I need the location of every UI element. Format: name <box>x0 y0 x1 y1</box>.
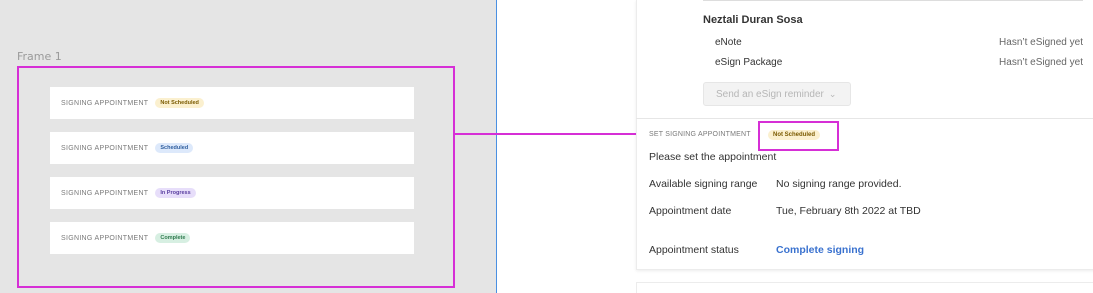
frame-label[interactable]: Frame 1 <box>17 50 62 63</box>
document-row-enote: eNote Hasn’t eSigned yet <box>715 37 1083 48</box>
chevron-down-icon: ⌄ <box>828 88 837 99</box>
appointment-status-label: Appointment status <box>649 244 739 256</box>
variant-label: SIGNING APPOINTMENT <box>61 189 149 197</box>
status-badge: Complete <box>155 233 191 243</box>
status-badge: Scheduled <box>155 143 194 153</box>
variant-in-progress[interactable]: SIGNING APPOINTMENT In Progress <box>50 177 414 209</box>
canvas-divider <box>496 0 497 293</box>
status-badge: Not Scheduled <box>155 98 204 108</box>
signing-range-value: No signing range provided. <box>776 178 902 190</box>
appointment-date-value: Tue, February 8th 2022 at TBD <box>776 205 921 217</box>
document-status: Hasn’t eSigned yet <box>999 37 1083 48</box>
design-canvas: Frame 1 SIGNING APPOINTMENT Not Schedule… <box>0 0 497 293</box>
document-status: Hasn’t eSigned yet <box>999 57 1083 68</box>
variant-label: SIGNING APPOINTMENT <box>61 234 149 242</box>
appointment-date-label: Appointment date <box>649 205 732 217</box>
document-row-esign-package: eSign Package Hasn’t eSigned yet <box>715 57 1083 68</box>
send-reminder-label: Send an eSign reminder <box>716 88 824 100</box>
document-name: eNote <box>715 37 742 48</box>
status-badge: In Progress <box>155 188 196 198</box>
variant-not-scheduled[interactable]: SIGNING APPOINTMENT Not Scheduled <box>50 87 414 119</box>
set-appointment-prompt: Please set the appointment <box>649 151 777 163</box>
variant-complete[interactable]: SIGNING APPOINTMENT Complete <box>50 222 414 254</box>
complete-signing-link[interactable]: Complete signing <box>776 244 864 256</box>
section-divider <box>636 118 1093 119</box>
set-appointment-title: SET SIGNING APPOINTMENT <box>649 131 751 138</box>
top-divider <box>703 0 1083 1</box>
signer-name: Neztali Duran Sosa <box>703 14 803 26</box>
signing-range-label: Available signing range <box>649 178 758 190</box>
send-reminder-button[interactable]: Send an eSign reminder ⌄ <box>703 82 851 106</box>
variant-label: SIGNING APPOINTMENT <box>61 144 149 152</box>
document-name: eSign Package <box>715 57 783 68</box>
variant-scheduled[interactable]: SIGNING APPOINTMENT Scheduled <box>50 132 414 164</box>
next-panel-edge <box>636 282 1093 293</box>
variant-label: SIGNING APPOINTMENT <box>61 99 149 107</box>
status-badge: Not Scheduled <box>768 130 821 140</box>
